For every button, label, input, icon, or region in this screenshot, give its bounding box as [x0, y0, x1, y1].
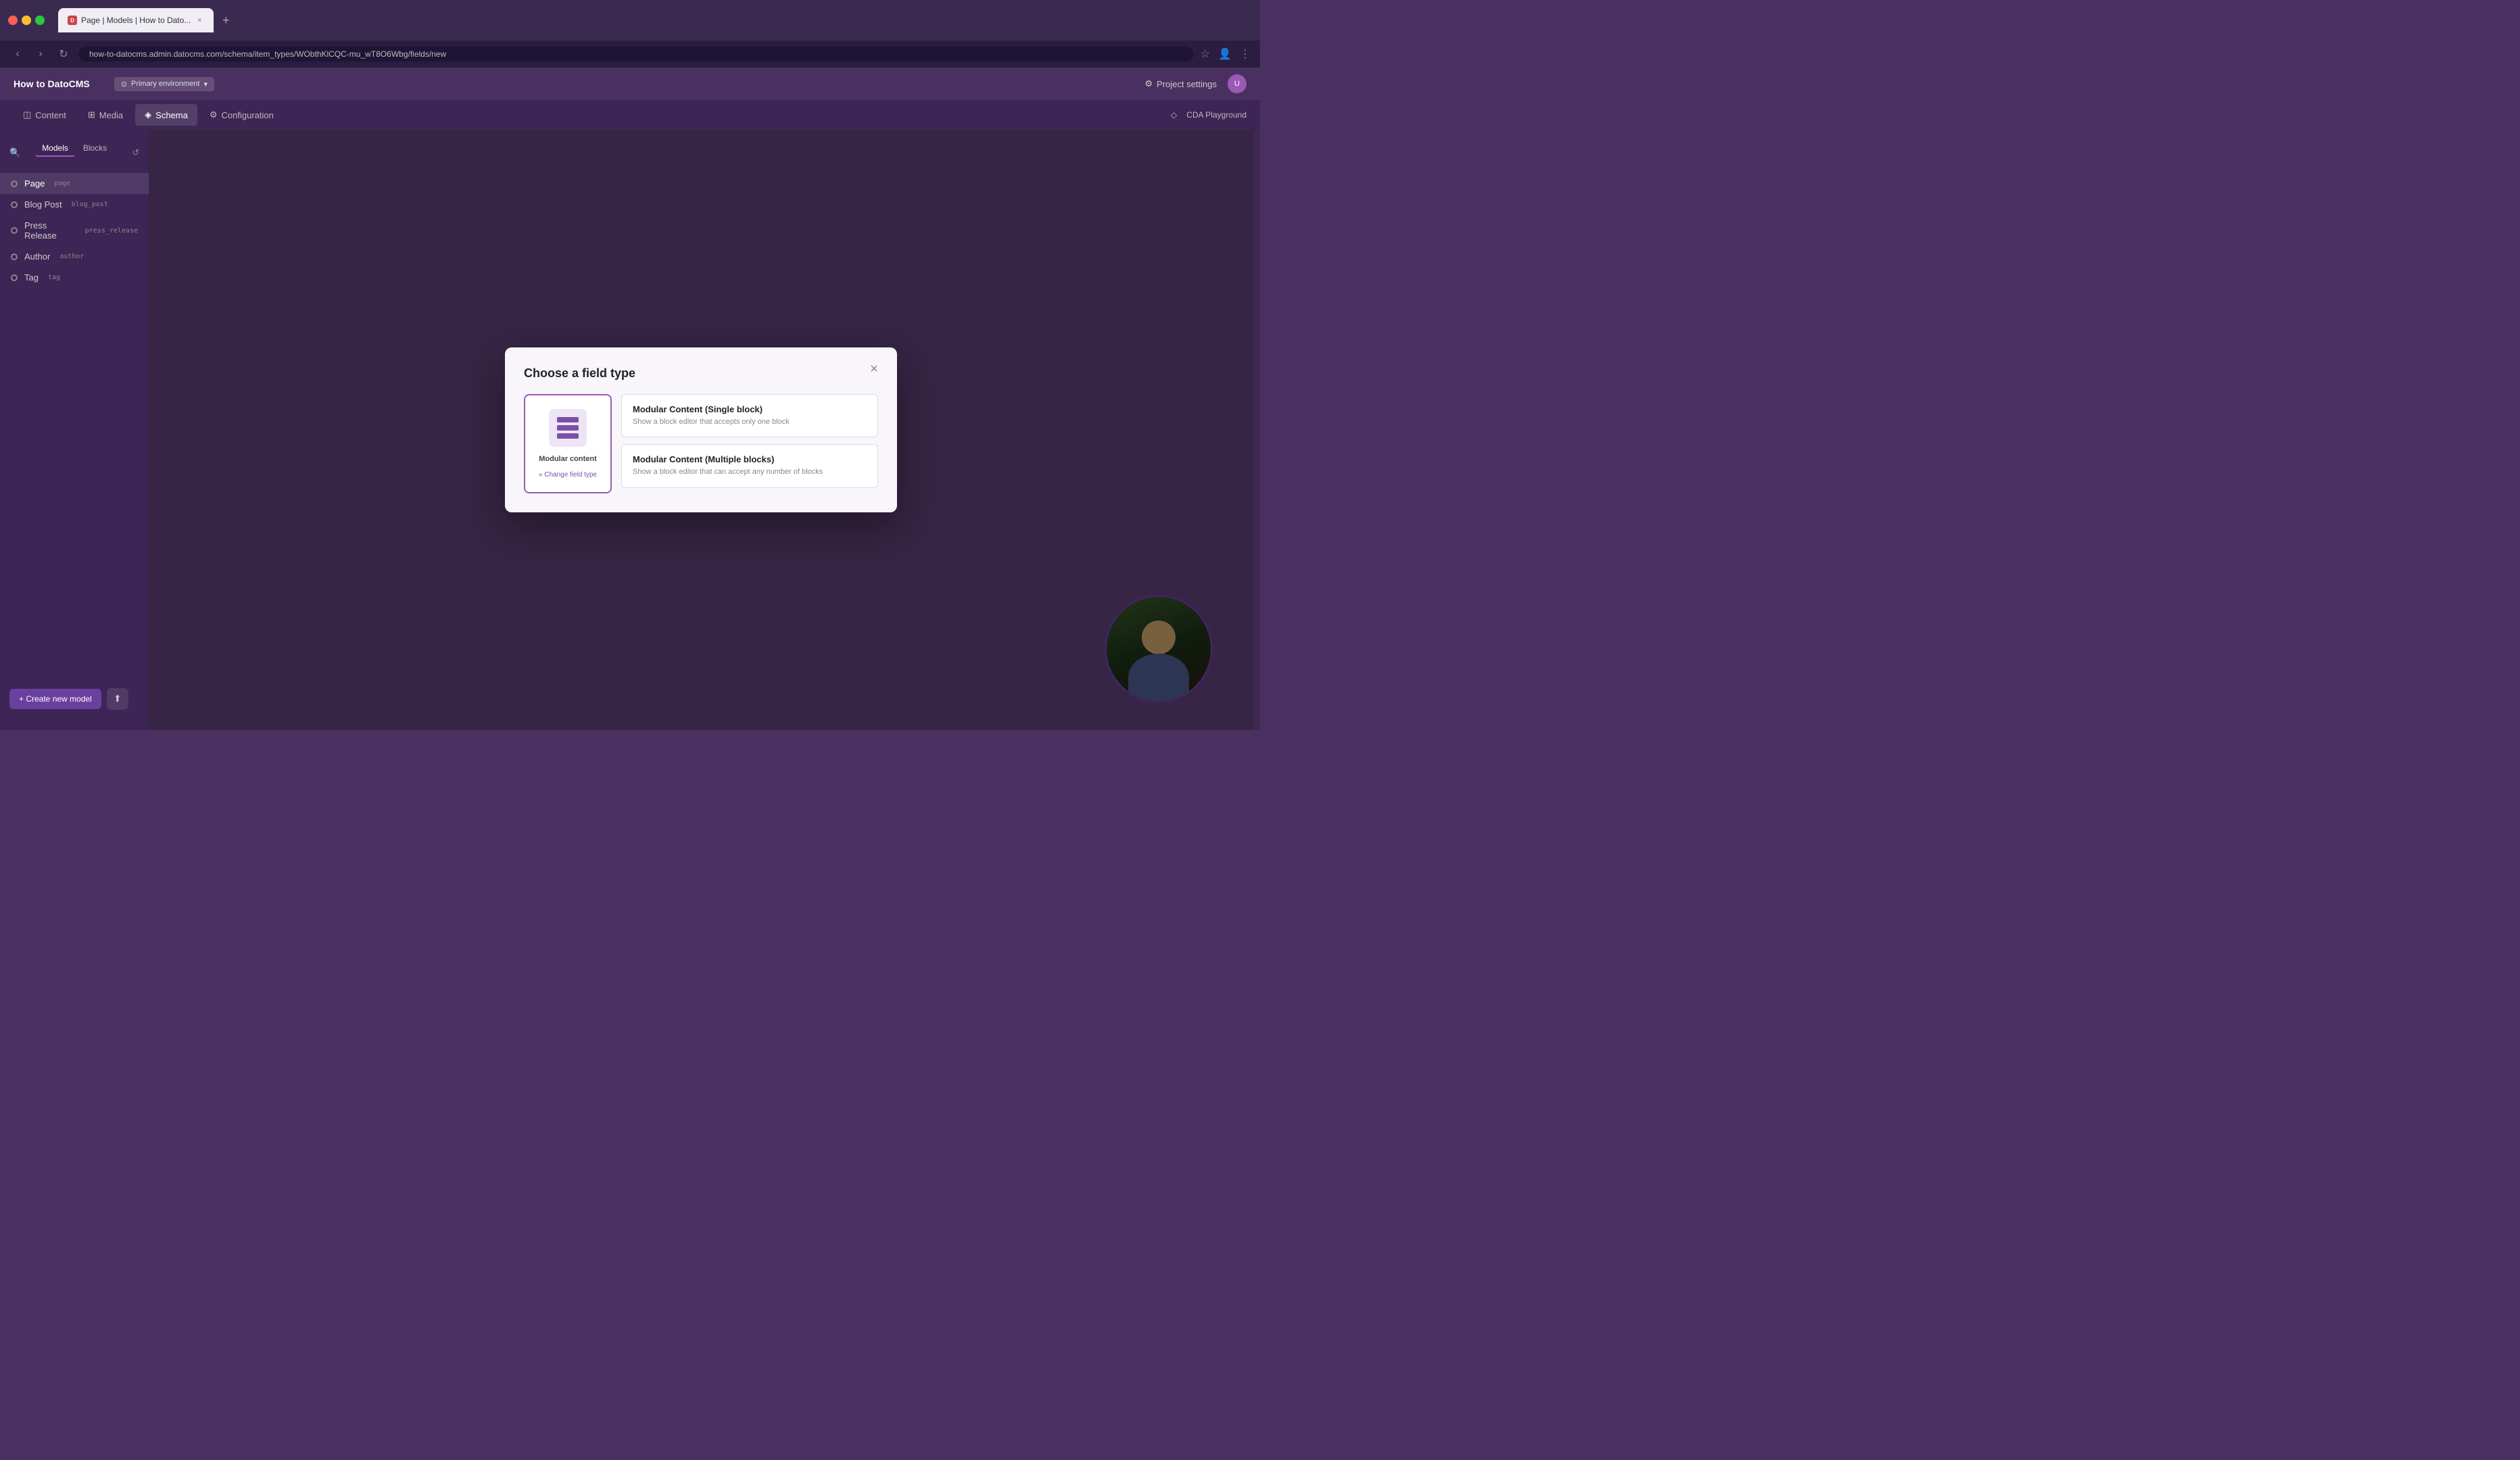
item-dot: [11, 253, 18, 260]
import-icon: ⬆: [114, 694, 121, 704]
field-option-single-block[interactable]: Modular Content (Single block) Show a bl…: [621, 394, 878, 437]
content-area: Add some fields to this model! What kind…: [149, 130, 1253, 730]
change-type-link[interactable]: « Change field type: [539, 471, 597, 479]
sidebar-search-area: 🔍 Models Blocks ↺: [0, 141, 149, 173]
sidebar-bottom: + Create new model ⬆: [0, 679, 149, 719]
option-multiple-blocks-desc: Show a block editor that can accept any …: [633, 467, 867, 477]
modal-title: Choose a field type: [524, 366, 878, 381]
env-label: Primary environment: [131, 80, 199, 88]
selected-field-type-card: Modular content « Change field type: [524, 394, 612, 493]
main-area: 🔍 Models Blocks ↺ Page page Blog Post bl…: [0, 130, 1260, 730]
tab-bar: D Page | Models | How to Dato... × +: [58, 8, 1252, 32]
item-dot: [11, 227, 18, 234]
tab-media[interactable]: ⊞ Media: [78, 104, 132, 126]
graphql-icon: ◇: [1171, 110, 1177, 120]
field-options-panel: Modular Content (Single block) Show a bl…: [621, 394, 878, 493]
sidebar-item-label: Press Release: [24, 220, 76, 241]
bookmark-icon[interactable]: ☆: [1201, 47, 1210, 61]
layer-1: [557, 417, 579, 422]
back-button[interactable]: ‹: [9, 48, 26, 60]
modular-content-icon: [549, 409, 587, 447]
app: How to DatoCMS ⊙ Primary environment ▾ ⚙…: [0, 68, 1260, 730]
layer-2: [557, 425, 579, 431]
option-single-block-desc: Show a block editor that accepts only on…: [633, 417, 867, 427]
brand-name: How to DatoCMS: [14, 78, 90, 89]
sidebar-item-page[interactable]: Page page: [0, 173, 149, 194]
tab-title: Page | Models | How to Dato...: [81, 16, 191, 25]
tab-content[interactable]: ◫ Content: [14, 104, 76, 126]
item-dot: [11, 180, 18, 187]
browser-actions: ☆ 👤 ⋮: [1201, 47, 1251, 61]
refresh-icon[interactable]: ↺: [132, 147, 139, 158]
sidebar-item-label: Tag: [24, 272, 39, 283]
layer-3: [557, 433, 579, 439]
close-traffic-light[interactable]: [8, 16, 18, 25]
field-option-multiple-blocks[interactable]: Modular Content (Multiple blocks) Show a…: [621, 444, 878, 487]
field-type-name: Modular content: [539, 455, 597, 463]
project-settings-label: Project settings: [1157, 79, 1217, 89]
url-field[interactable]: how-to-datocms.admin.datocms.com/schema/…: [78, 47, 1194, 62]
modal-overlay: Choose a field type ×: [149, 130, 1253, 730]
scrollbar-track[interactable]: [1253, 130, 1260, 730]
schema-icon: ◈: [145, 110, 151, 120]
config-icon: ⚙: [210, 110, 218, 120]
reload-button[interactable]: ↻: [55, 47, 72, 61]
modal-body: Modular content « Change field type Modu…: [524, 394, 878, 493]
tab-schema[interactable]: ◈ Schema: [135, 104, 197, 126]
secondary-nav: ◫ Content ⊞ Media ◈ Schema ⚙ Configurati…: [0, 100, 1260, 130]
browser-chrome: D Page | Models | How to Dato... × +: [0, 0, 1260, 41]
choose-field-type-modal: Choose a field type ×: [505, 347, 897, 512]
top-nav: How to DatoCMS ⊙ Primary environment ▾ ⚙…: [0, 68, 1260, 100]
sidebar: 🔍 Models Blocks ↺ Page page Blog Post bl…: [0, 130, 149, 730]
sidebar-item-tag: author: [59, 253, 84, 260]
traffic-lights: [8, 16, 45, 25]
import-button[interactable]: ⬆: [107, 688, 128, 710]
sidebar-item-tag[interactable]: Tag tag: [0, 267, 149, 288]
sidebar-item-tag: page: [54, 180, 70, 187]
option-multiple-blocks-title: Modular Content (Multiple blocks): [633, 454, 867, 464]
url-text: how-to-datocms.admin.datocms.com/schema/…: [89, 49, 446, 59]
sidebar-item-tag: tag: [48, 274, 60, 281]
new-tab-button[interactable]: +: [216, 11, 235, 30]
tab-configuration[interactable]: ⚙ Configuration: [200, 104, 283, 126]
sidebar-tab-models[interactable]: Models: [35, 141, 75, 157]
sidebar-item-label: Page: [24, 178, 45, 189]
user-avatar[interactable]: U: [1228, 74, 1246, 93]
sidebar-item-label: Blog Post: [24, 199, 62, 210]
option-single-block-title: Modular Content (Single block): [633, 404, 867, 414]
tab-close-button[interactable]: ×: [195, 16, 204, 25]
sidebar-item-tag: blog_post: [72, 201, 108, 208]
sidebar-tab-blocks[interactable]: Blocks: [76, 141, 114, 157]
address-bar: ‹ › ↻ how-to-datocms.admin.datocms.com/s…: [0, 41, 1260, 68]
item-dot: [11, 274, 18, 281]
tab-favicon: D: [68, 16, 77, 25]
env-icon: ⊙: [121, 80, 127, 89]
search-icon: 🔍: [9, 147, 20, 158]
create-model-button[interactable]: + Create new model: [9, 689, 101, 709]
sidebar-item-blogpost[interactable]: Blog Post blog_post: [0, 194, 149, 215]
secondary-nav-right: ◇ CDA Playground: [1171, 110, 1246, 120]
settings-icon: ⚙: [1144, 78, 1153, 89]
menu-icon[interactable]: ⋮: [1240, 47, 1251, 61]
stacked-layers-icon: [557, 417, 579, 439]
environment-badge[interactable]: ⊙ Primary environment ▾: [114, 77, 214, 91]
browser-tab[interactable]: D Page | Models | How to Dato... ×: [58, 8, 214, 32]
sidebar-tabs: Models Blocks: [35, 141, 114, 157]
project-settings-link[interactable]: ⚙ Project settings: [1144, 78, 1217, 89]
minimize-traffic-light[interactable]: [22, 16, 31, 25]
item-dot: [11, 201, 18, 208]
sidebar-item-tag: press_release: [85, 227, 138, 235]
profile-icon[interactable]: 👤: [1218, 47, 1232, 61]
content-icon: ◫: [23, 110, 31, 120]
media-icon: ⊞: [88, 110, 95, 120]
env-chevron: ▾: [203, 80, 208, 89]
sidebar-item-pressrelease[interactable]: Press Release press_release: [0, 215, 149, 246]
sidebar-item-label: Author: [24, 251, 50, 262]
forward-button[interactable]: ›: [32, 48, 49, 60]
maximize-traffic-light[interactable]: [35, 16, 45, 25]
modal-close-button[interactable]: ×: [865, 360, 883, 379]
top-nav-right: ⚙ Project settings U: [1144, 74, 1246, 93]
cda-playground-label[interactable]: CDA Playground: [1186, 110, 1246, 120]
sidebar-item-author[interactable]: Author author: [0, 246, 149, 267]
